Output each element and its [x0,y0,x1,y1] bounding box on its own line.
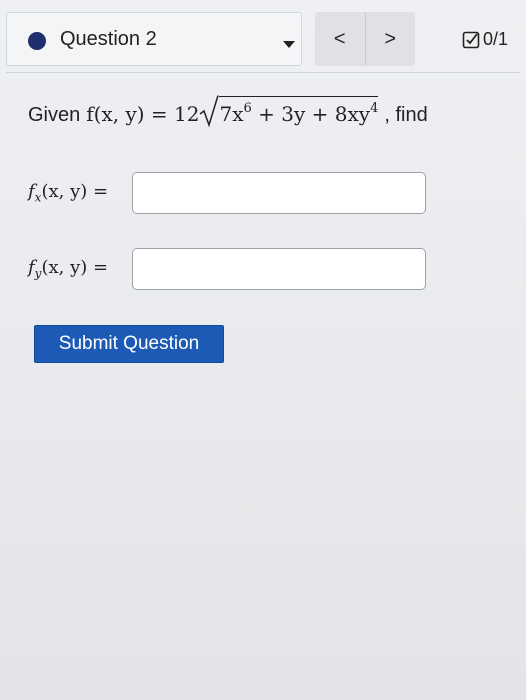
answer-row-fx: fx(x, y) = [28,172,426,214]
next-question-button[interactable]: > [364,12,415,66]
term-2-exponent: 4 [370,101,379,116]
score-indicator: 0/1 [462,29,508,50]
fy-label: fy(x, y) = [28,257,109,281]
fy-answer-input[interactable] [132,248,426,290]
term-1-exponent: 6 [243,101,252,116]
prompt-tail: , find [384,104,428,126]
question-label: Question 2 [60,28,157,50]
checkbox-icon [462,31,480,48]
radicand: 7x6 + 3y + 8xy4 [219,96,379,126]
question-prompt: Given f(x, y) = 12 7x6 + 3y + 8xy4 , find [28,95,428,128]
submit-question-button[interactable]: Submit Question [34,325,224,363]
prompt-lead: Given [28,104,81,126]
answer-row-fy: fy(x, y) = [28,248,426,290]
term-2: + 3y + 8xy [251,102,371,126]
fx-answer-input[interactable] [132,172,426,214]
question-nav-buttons: < > [315,12,415,66]
function-definition: f(x, y) = 12 [86,102,200,126]
function-expression: f(x, y) = 12 7x6 + 3y + 8xy4 [86,95,379,128]
square-root: 7x6 + 3y + 8xy4 [199,95,379,128]
previous-question-button[interactable]: < [315,12,365,66]
term-1: 7x [219,102,244,126]
question-nav-bar: Question 2 < > 0/1 [0,6,526,70]
fx-label: fx(x, y) = [28,181,109,205]
status-dot-icon [28,32,46,50]
header-divider [6,72,520,73]
score-value: 0/1 [483,29,509,49]
question-select-dropdown[interactable]: Question 2 [6,12,302,66]
caret-down-icon [283,41,295,48]
radical-sign-icon [200,95,220,128]
